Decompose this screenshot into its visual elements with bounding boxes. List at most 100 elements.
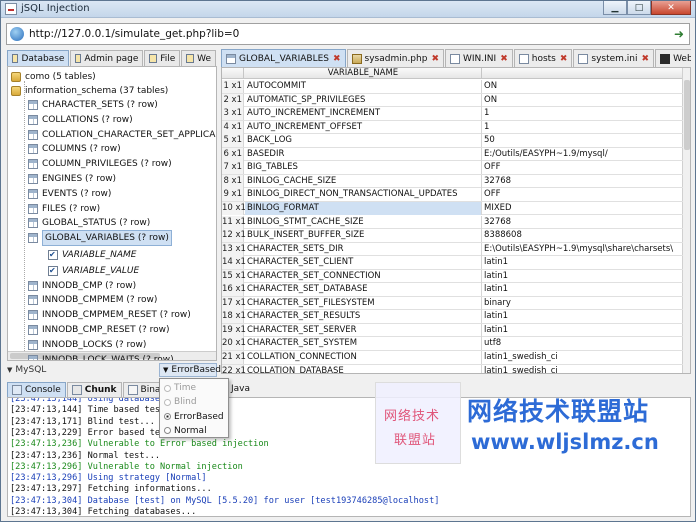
table-row[interactable]: 8 x1 BINLOG_CACHE_SIZE 32768 — [222, 174, 683, 189]
table-row[interactable]: 12 x1 BULK_INSERT_BUFFER_SIZE 8388608 — [222, 229, 683, 243]
scrollbar-thumb[interactable] — [684, 80, 690, 150]
tab-result-0[interactable]: GLOBAL_VARIABLES ✖ — [221, 49, 346, 67]
variable-name-cell[interactable]: COLLATION_DATABASE — [245, 364, 482, 373]
variable-value-cell[interactable]: 32768 — [483, 216, 683, 229]
table-row[interactable]: 4 x1 AUTO_INCREMENT_OFFSET 1 — [222, 120, 683, 135]
variable-value-cell[interactable]: E:\Outils\EASYPH~1.9\mysql\share\charset… — [483, 243, 683, 256]
table-row[interactable]: 19 x1 CHARACTER_SET_SERVER latin1 — [222, 323, 683, 338]
variable-name-cell[interactable]: CHARACTER_SET_RESULTS — [245, 310, 482, 324]
go-arrow-icon[interactable]: ➜ — [672, 27, 686, 41]
table-row[interactable]: 6 x1 BASEDIR E:/Outils/EASYPH~1.9/mysql/ — [222, 147, 683, 162]
strategy-option-errorbased[interactable]: ErrorBased — [164, 410, 224, 424]
variable-value-cell[interactable]: E:/Outils/EASYPH~1.9/mysql/ — [483, 148, 683, 161]
column-header-variable-name[interactable]: VARIABLE_NAME — [245, 68, 482, 79]
close-tab-icon[interactable]: ✖ — [500, 54, 508, 64]
checkbox-icon[interactable] — [48, 248, 58, 262]
table-row[interactable]: 9 x1 BINLOG_DIRECT_NON_TRANSACTIONAL_UPDA… — [222, 188, 683, 202]
minimize-button[interactable]: ▁ — [603, 1, 627, 15]
tree-table-node[interactable]: COLLATIONS (? row) — [28, 113, 133, 127]
tree-table-node[interactable]: COLUMNS (? row) — [28, 142, 121, 156]
tab-admin-page[interactable]: Admin page — [70, 50, 144, 66]
close-tab-icon[interactable]: ✖ — [642, 54, 650, 64]
table-row[interactable]: 3 x1 AUTO_INCREMENT_INCREMENT 1 — [222, 107, 683, 121]
tab-file[interactable]: File — [144, 50, 181, 66]
tree-database-node[interactable]: como (5 tables) — [11, 70, 96, 84]
maximize-button[interactable]: □ — [627, 1, 651, 15]
tree-table-node[interactable]: INNODB_LOCK_WAITS (? row) — [28, 353, 174, 360]
tree-table-node[interactable]: INNODB_CMPMEM_RESET (? row) — [28, 308, 191, 322]
table-row[interactable]: 2 x1 AUTOMATIC_SP_PRIVILEGES ON — [222, 93, 683, 108]
tab-result-3[interactable]: hosts ✖ — [513, 49, 573, 67]
tab-result-4[interactable]: system.ini ✖ — [573, 49, 655, 67]
close-button[interactable]: ✕ — [651, 1, 691, 15]
variable-value-cell[interactable]: latin1 — [483, 270, 683, 283]
checkbox-icon[interactable] — [48, 264, 58, 278]
table-row[interactable]: 17 x1 CHARACTER_SET_FILESYSTEM binary — [222, 296, 683, 311]
variable-value-cell[interactable]: 1 — [483, 121, 683, 134]
variable-value-cell[interactable]: OFF — [483, 188, 683, 201]
variable-value-cell[interactable]: latin1_swedish_ci — [483, 365, 683, 373]
variable-name-cell[interactable]: CHARACTER_SET_CLIENT — [245, 256, 482, 270]
tab-chunk[interactable]: Chunk — [66, 382, 122, 397]
close-tab-icon[interactable]: ✖ — [431, 54, 439, 64]
variable-name-cell[interactable]: BINLOG_CACHE_SIZE — [245, 174, 482, 188]
database-type-selector[interactable]: ▼ MySQL — [7, 363, 157, 377]
variable-name-cell[interactable]: BIG_TABLES — [245, 161, 482, 175]
close-tab-icon[interactable]: ✖ — [333, 54, 341, 64]
tree-table-node[interactable]: GLOBAL_STATUS (? row) — [28, 216, 150, 230]
variable-name-cell[interactable]: COLLATION_CONNECTION — [245, 351, 482, 364]
tree-column-node[interactable]: VARIABLE_VALUE — [48, 264, 139, 278]
table-row[interactable]: 16 x1 CHARACTER_SET_DATABASE latin1 — [222, 283, 683, 297]
variable-name-cell[interactable]: CHARACTER_SET_SYSTEM — [245, 337, 482, 351]
table-row[interactable]: 20 x1 CHARACTER_SET_SYSTEM utf8 — [222, 337, 683, 351]
variable-value-cell[interactable]: latin1 — [483, 256, 683, 269]
variable-value-cell[interactable]: ON — [483, 94, 683, 107]
tree-database-node[interactable]: information_schema (37 tables) — [11, 84, 168, 98]
tree-table-node[interactable]: CHARACTER_SETS (? row) — [28, 98, 158, 112]
variable-name-cell[interactable]: BINLOG_FORMAT — [245, 201, 482, 215]
variable-name-cell[interactable]: AUTO_INCREMENT_OFFSET — [245, 120, 482, 134]
tab-database[interactable]: Database — [7, 50, 70, 66]
variable-value-cell[interactable]: 1 — [483, 107, 683, 120]
tab-java[interactable]: Java — [231, 384, 250, 394]
variable-name-cell[interactable]: BINLOG_STMT_CACHE_SIZE — [245, 215, 482, 229]
tree-table-node[interactable]: INNODB_CMP_RESET (? row) — [28, 323, 170, 337]
table-row[interactable]: 11 x1 BINLOG_STMT_CACHE_SIZE 32768 — [222, 215, 683, 229]
table-row[interactable]: 5 x1 BACK_LOG 50 — [222, 134, 683, 148]
tab-result-5[interactable]: Web shell✖ — [655, 49, 691, 67]
close-tab-icon[interactable]: ✖ — [560, 54, 568, 64]
variable-name-cell[interactable]: BINLOG_DIRECT_NON_TRANSACTIONAL_UPDATES — [245, 188, 482, 202]
variable-name-cell[interactable]: CHARACTER_SET_SERVER — [245, 323, 482, 337]
variable-value-cell[interactable]: MIXED — [483, 202, 683, 215]
strategy-selector[interactable]: ▼ ErrorBased — [159, 363, 221, 377]
variable-name-cell[interactable]: AUTO_INCREMENT_INCREMENT — [245, 107, 482, 121]
tree-column-node[interactable]: VARIABLE_NAME — [48, 248, 136, 262]
table-row[interactable]: 22 x1 COLLATION_DATABASE latin1_swedish_ci — [222, 364, 683, 373]
tree-table-node[interactable]: ENGINES (? row) — [28, 172, 116, 186]
tab-web[interactable]: We — [181, 50, 216, 66]
table-row[interactable]: 18 x1 CHARACTER_SET_RESULTS latin1 — [222, 310, 683, 324]
variable-value-cell[interactable]: binary — [483, 297, 683, 310]
tree-table-node[interactable]: COLUMN_PRIVILEGES (? row) — [28, 157, 172, 171]
variable-value-cell[interactable]: latin1 — [483, 324, 683, 337]
variable-name-cell[interactable]: AUTOCOMMIT — [245, 80, 482, 93]
tree-table-node[interactable]: GLOBAL_VARIABLES (? row) — [28, 230, 172, 247]
variable-value-cell[interactable]: ON — [483, 80, 683, 93]
url-input[interactable] — [29, 26, 669, 42]
variable-value-cell[interactable]: latin1 — [483, 283, 683, 296]
table-row[interactable]: 14 x1 CHARACTER_SET_CLIENT latin1 — [222, 256, 683, 270]
variable-name-cell[interactable]: CHARACTER_SET_CONNECTION — [245, 269, 482, 283]
tree-table-node[interactable]: INNODB_CMP (? row) — [28, 279, 136, 293]
variable-name-cell[interactable]: AUTOMATIC_SP_PRIVILEGES — [245, 93, 482, 107]
tree-table-node[interactable]: FILES (? row) — [28, 202, 100, 216]
table-row[interactable]: 13 x1 CHARACTER_SETS_DIR E:\Outils\EASYPH~… — [222, 242, 683, 257]
variable-value-cell[interactable]: OFF — [483, 161, 683, 174]
table-row[interactable]: 10 x1 BINLOG_FORMAT MIXED — [222, 201, 683, 216]
tree-table-node[interactable]: COLLATION_CHARACTER_SET_APPLICABILITY — [28, 128, 216, 142]
table-row[interactable]: 15 x1 CHARACTER_SET_CONNECTION latin1 — [222, 269, 683, 284]
variable-name-cell[interactable]: BULK_INSERT_BUFFER_SIZE — [245, 229, 482, 243]
tree-table-node[interactable]: INNODB_LOCKS (? row) — [28, 338, 146, 352]
column-header-value[interactable] — [483, 68, 683, 79]
variable-name-cell[interactable]: BASEDIR — [245, 147, 482, 161]
tab-result-2[interactable]: WIN.INI ✖ — [445, 49, 513, 67]
